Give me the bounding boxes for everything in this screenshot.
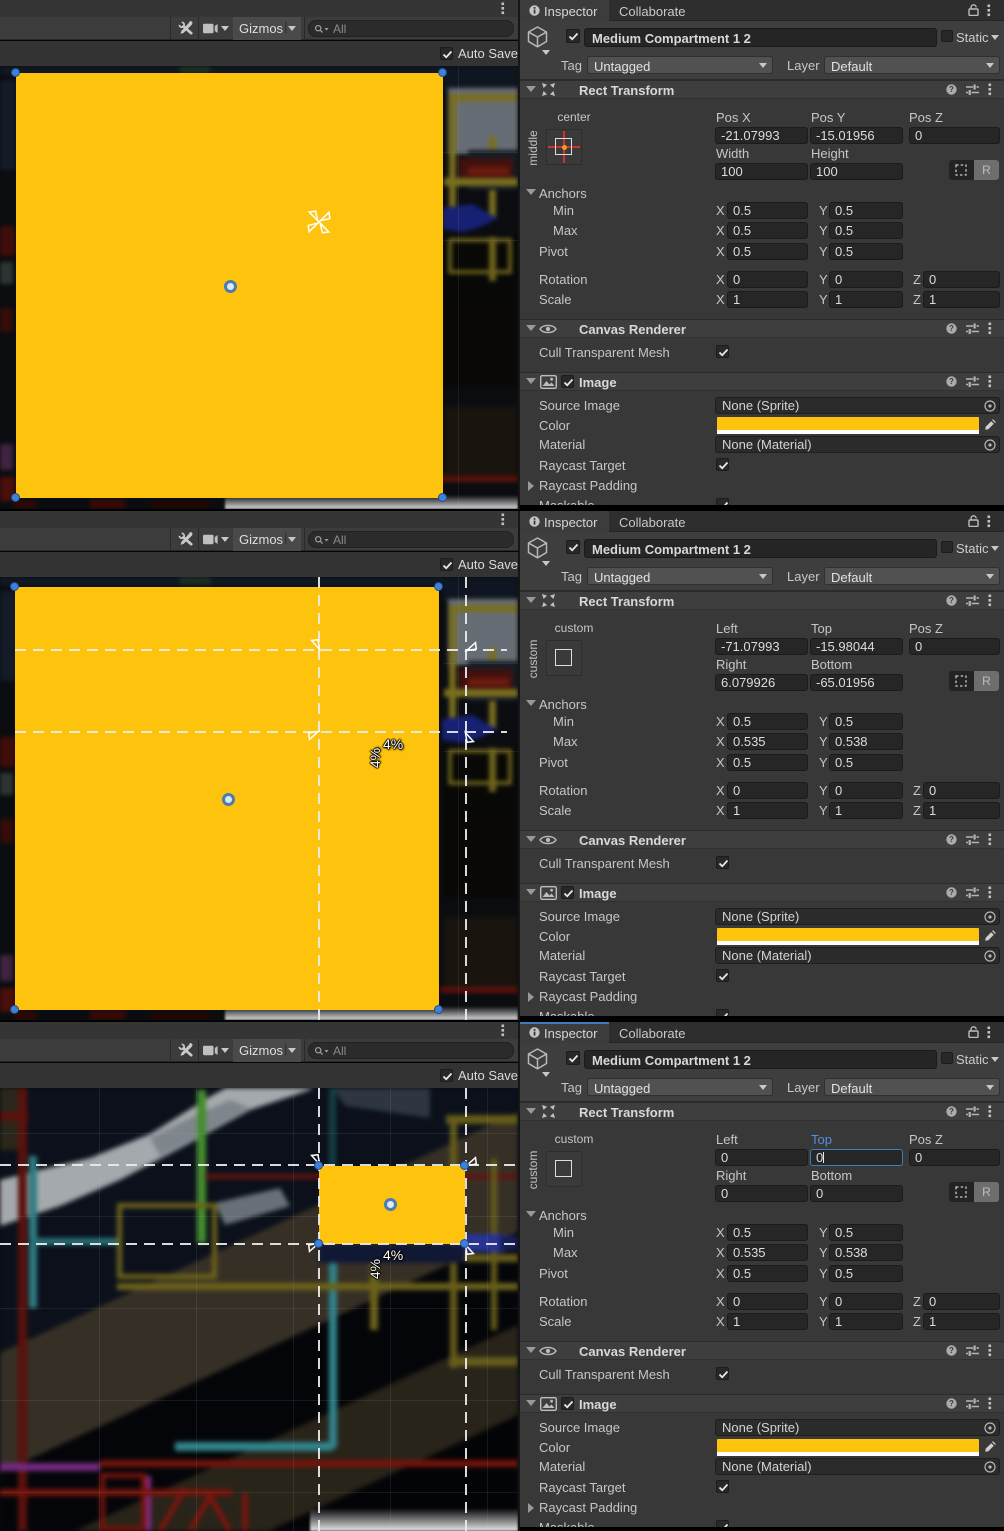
svg-text:?: ?	[949, 1107, 954, 1116]
svg-text:?: ?	[949, 835, 954, 844]
svg-text:?: ?	[949, 85, 954, 94]
svg-text:?: ?	[949, 1346, 954, 1355]
svg-text:?: ?	[949, 596, 954, 605]
svg-text:?: ?	[949, 1399, 954, 1408]
svg-text:?: ?	[949, 377, 954, 386]
svg-text:?: ?	[949, 888, 954, 897]
svg-text:?: ?	[949, 324, 954, 333]
